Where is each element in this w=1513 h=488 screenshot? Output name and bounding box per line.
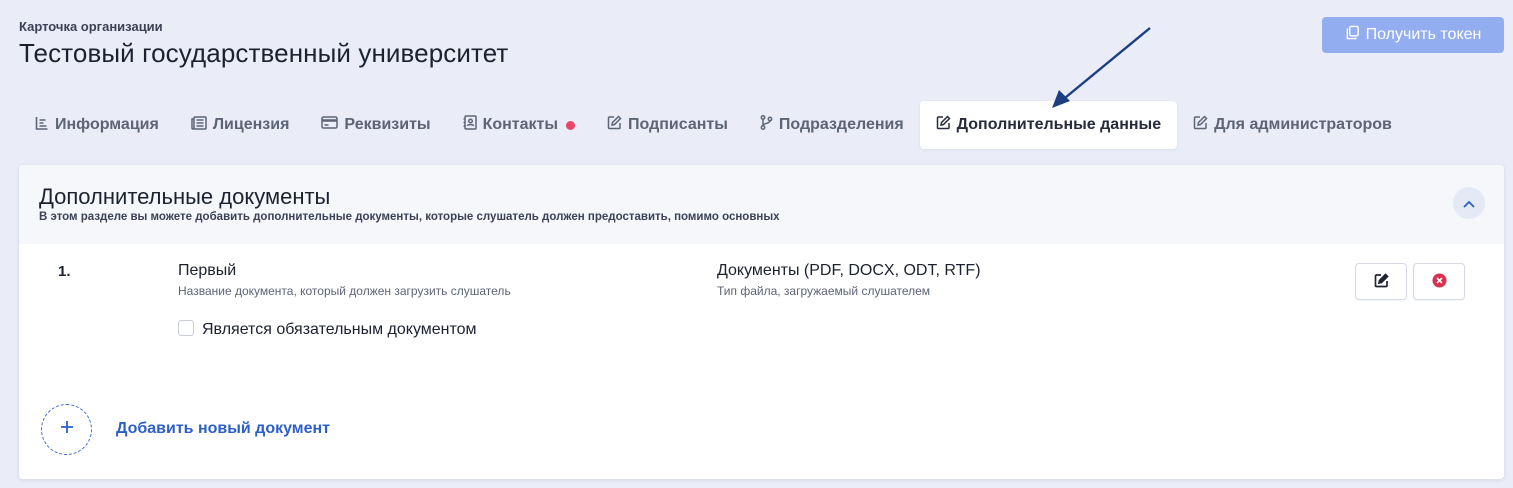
card-header: Дополнительные документы В этом разделе … bbox=[19, 165, 1504, 244]
plus-icon bbox=[60, 420, 74, 439]
section-title: Дополнительные документы bbox=[39, 184, 331, 209]
add-document-link[interactable]: Добавить новый документ bbox=[116, 420, 330, 438]
tab-label: Подразделения bbox=[778, 116, 904, 133]
delete-document-button[interactable] bbox=[1413, 263, 1465, 300]
tab-label: Для администраторов bbox=[1214, 116, 1392, 133]
tab-requisites[interactable]: Реквизиты bbox=[305, 101, 446, 149]
page-title: Тестовый государственный университет bbox=[19, 38, 509, 68]
notification-badge bbox=[566, 120, 576, 130]
document-name-hint: Название документа, который должен загру… bbox=[178, 284, 511, 298]
contact-card-icon bbox=[463, 115, 477, 135]
document-name: Первый bbox=[178, 262, 237, 279]
tab-license[interactable]: Лицензия bbox=[175, 101, 306, 149]
close-circle-icon bbox=[1432, 273, 1447, 291]
tab-label: Дополнительные данные bbox=[956, 116, 1162, 133]
add-document-button[interactable] bbox=[41, 404, 92, 455]
row-number: 1. bbox=[58, 263, 71, 280]
edit-icon bbox=[607, 115, 622, 135]
tab-label: Реквизиты bbox=[344, 116, 431, 133]
edit-document-button[interactable] bbox=[1355, 263, 1407, 300]
tab-departments[interactable]: Подразделения bbox=[744, 101, 920, 149]
copy-icon bbox=[1345, 25, 1360, 45]
edit-icon bbox=[936, 115, 951, 135]
edit-icon bbox=[1193, 115, 1208, 135]
file-type: Документы (PDF, DOCX, ODT, RTF) bbox=[717, 262, 981, 279]
tab-information[interactable]: Информация bbox=[19, 101, 175, 149]
tab-signers[interactable]: Подписанты bbox=[591, 101, 744, 149]
tab-label: Лицензия bbox=[212, 116, 290, 133]
tab-label: Информация bbox=[55, 116, 159, 133]
edit-icon bbox=[1374, 272, 1389, 291]
file-type-hint: Тип файла, загружаемый слушателем bbox=[717, 284, 931, 298]
tab-for-administrators[interactable]: Для администраторов bbox=[1177, 101, 1408, 149]
required-checkbox-label: Является обязательным документом bbox=[202, 321, 477, 338]
tab-contacts[interactable]: Контакты bbox=[447, 101, 591, 149]
credit-card-icon bbox=[321, 116, 339, 134]
list-icon bbox=[35, 116, 49, 135]
newspaper-icon bbox=[191, 115, 207, 135]
get-token-button[interactable]: Получить токен bbox=[1322, 17, 1504, 53]
annotation-arrow bbox=[1052, 27, 1151, 108]
additional-documents-card: Дополнительные документы В этом разделе … bbox=[19, 165, 1504, 479]
tab-bar: Информация Лицензия Реквизиты Контакты П… bbox=[19, 101, 1408, 149]
breadcrumb: Карточка организации bbox=[19, 19, 163, 34]
required-checkbox[interactable] bbox=[178, 320, 194, 336]
tab-label: Подписанты bbox=[628, 116, 728, 133]
collapse-button[interactable] bbox=[1453, 187, 1485, 219]
section-subtitle: В этом разделе вы можете добавить дополн… bbox=[39, 211, 780, 223]
chevron-up-icon bbox=[1463, 196, 1475, 211]
branch-icon bbox=[760, 115, 773, 135]
get-token-label: Получить токен bbox=[1365, 26, 1482, 43]
tab-label: Контакты bbox=[482, 116, 559, 133]
